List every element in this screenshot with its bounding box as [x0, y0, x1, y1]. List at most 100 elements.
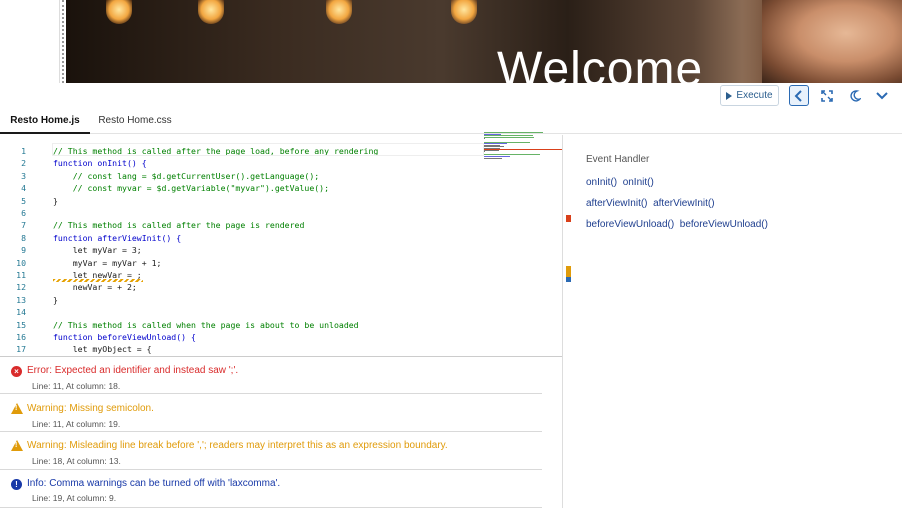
code-text: function onInit() {	[53, 158, 147, 169]
lamp-light	[451, 0, 477, 24]
code-editor[interactable]: 1 // This method is called after the page…	[0, 135, 563, 356]
problem-item[interactable]: ! Warning: Misleading line break before …	[0, 433, 542, 470]
code-line[interactable]: 16 function beforeViewUnload() {	[0, 331, 484, 343]
code-text: }	[53, 195, 58, 206]
code-line[interactable]: 13}	[0, 294, 484, 306]
info-icon: !	[11, 479, 22, 490]
line-number: 6	[21, 208, 26, 218]
execute-button[interactable]: Execute	[720, 85, 779, 106]
code-text: newVar = + 2;	[53, 282, 137, 293]
execute-label: Execute	[736, 90, 773, 101]
minimap-line	[484, 136, 535, 138]
code-text: function beforeViewUnload() {	[53, 332, 196, 342]
event-handler-panel	[563, 135, 902, 508]
code-line[interactable]: 12 newVar = + 2;	[0, 281, 484, 293]
problem-item[interactable]: ! Info: Comma warnings can be turned off…	[0, 471, 542, 508]
code-text: }	[53, 294, 58, 305]
event-row[interactable]: beforeViewUnload() beforeViewUnload()	[586, 219, 768, 230]
chevron-left-icon	[794, 89, 802, 102]
problem-message: Error: Expected an identifier and instea…	[27, 365, 239, 376]
line-number: 16	[16, 332, 26, 342]
problem-item[interactable]: × Error: Expected an identifier and inst…	[0, 357, 542, 394]
chevron-down-icon	[876, 91, 888, 99]
line-number: 5	[21, 195, 26, 206]
event-row[interactable]: afterViewInit() afterViewInit()	[586, 198, 715, 209]
play-icon	[726, 91, 733, 100]
problem-detail: Line: 19, At column: 9.	[32, 493, 117, 503]
problem-detail: Line: 11, At column: 18.	[32, 381, 121, 391]
problem-detail: Line: 11, At column: 19.	[32, 419, 121, 429]
line-number: 7	[21, 220, 26, 231]
code-text: // const lang = $d.getCurrentUser().getL…	[53, 170, 320, 181]
minimap-line	[484, 157, 502, 159]
code-line[interactable]: 9 let myVar = 3;	[0, 244, 484, 256]
problem-item[interactable]: ! Warning: Missing semicolon. Line: 11, …	[0, 395, 542, 432]
line-number: 2	[21, 158, 26, 169]
code-line[interactable]: 17 let myObject = {	[0, 343, 484, 355]
line-number: 4	[21, 183, 26, 194]
code-line[interactable]: 2 function onInit() {	[0, 157, 484, 169]
code-line[interactable]: 7 // This method is called after the page…	[0, 219, 484, 231]
line-number: 14	[16, 307, 26, 318]
expand-icon	[821, 89, 833, 102]
line-number: 15	[16, 319, 26, 330]
theme-toggle-button[interactable]	[845, 85, 865, 106]
tab-resto-home-js[interactable]: Resto Home.js	[0, 108, 90, 134]
code-line[interactable]: 14	[0, 306, 484, 318]
line-number: 8	[21, 232, 26, 243]
hero-image	[66, 0, 902, 83]
code-line[interactable]: 15 // This method is called when the page…	[0, 319, 484, 331]
code-line[interactable]: 4 // const myvar = $d.getVariable("myvar…	[0, 182, 484, 194]
problem-message: Info: Comma warnings can be turned off w…	[27, 478, 281, 489]
event-handler-link[interactable]: onInit()	[623, 177, 654, 188]
overview-info-marker	[566, 277, 571, 282]
code-text: let myVar = 3;	[53, 245, 142, 256]
current-line-highlight	[52, 143, 484, 156]
line-number: 1	[21, 146, 26, 156]
expand-button[interactable]	[817, 85, 837, 106]
line-number: 17	[16, 344, 26, 355]
collapse-panel-button[interactable]	[789, 85, 809, 106]
code-text: myVar = myVar + 1;	[53, 257, 162, 268]
code-line[interactable]: 6	[0, 207, 484, 219]
code-text: function afterViewInit() {	[53, 232, 182, 243]
lamp-light	[326, 0, 352, 24]
event-name: afterViewInit()	[586, 198, 648, 209]
tab-resto-home-css[interactable]: Resto Home.css	[90, 108, 180, 134]
line-number: 13	[16, 294, 26, 305]
event-name: onInit()	[586, 177, 618, 188]
warning-icon-mark: !	[15, 405, 18, 412]
hero-face	[762, 0, 902, 83]
code-text: // This method is called when the page i…	[53, 319, 359, 330]
line-number: 3	[21, 170, 26, 181]
overview-error-marker	[566, 215, 571, 222]
code-line[interactable]: 8 function afterViewInit() {	[0, 232, 484, 244]
line-number: 12	[16, 282, 26, 293]
more-options-button[interactable]	[872, 85, 892, 106]
minimap-error-line	[484, 149, 562, 150]
code-line[interactable]: 5}	[0, 195, 484, 207]
line-number: 10	[16, 257, 26, 268]
error-icon: ×	[11, 366, 22, 377]
code-text: // This method is called after the page …	[53, 220, 305, 231]
code-line[interactable]: 10 myVar = myVar + 1;	[0, 257, 484, 269]
problem-detail: Line: 18, At column: 13.	[32, 456, 121, 466]
problems-panel: × Error: Expected an identifier and inst…	[0, 356, 562, 508]
warning-icon-mark: !	[15, 442, 18, 449]
problem-message: Warning: Misleading line break before ',…	[27, 440, 448, 451]
event-name: beforeViewUnload()	[586, 219, 675, 230]
event-handler-link[interactable]: beforeViewUnload()	[680, 219, 768, 230]
event-row[interactable]: onInit() onInit()	[586, 177, 654, 188]
event-handler-link[interactable]: afterViewInit()	[653, 198, 715, 209]
app-root: Welcome Execute Resto Home.js Resto Home…	[0, 0, 902, 508]
error-squiggle	[53, 279, 143, 282]
line-number: 11	[16, 270, 26, 280]
minimap-line	[484, 138, 485, 140]
code-text: // const myvar = $d.getVariable("myvar")…	[53, 183, 330, 194]
event-handler-title: Event Handler	[586, 154, 650, 165]
line-number: 9	[21, 245, 26, 256]
problem-message: Warning: Missing semicolon.	[27, 403, 154, 414]
code-text: let myObject = {	[53, 344, 152, 355]
code-line[interactable]: 3 // const lang = $d.getCurrentUser().ge…	[0, 170, 484, 182]
moon-icon	[850, 89, 861, 102]
